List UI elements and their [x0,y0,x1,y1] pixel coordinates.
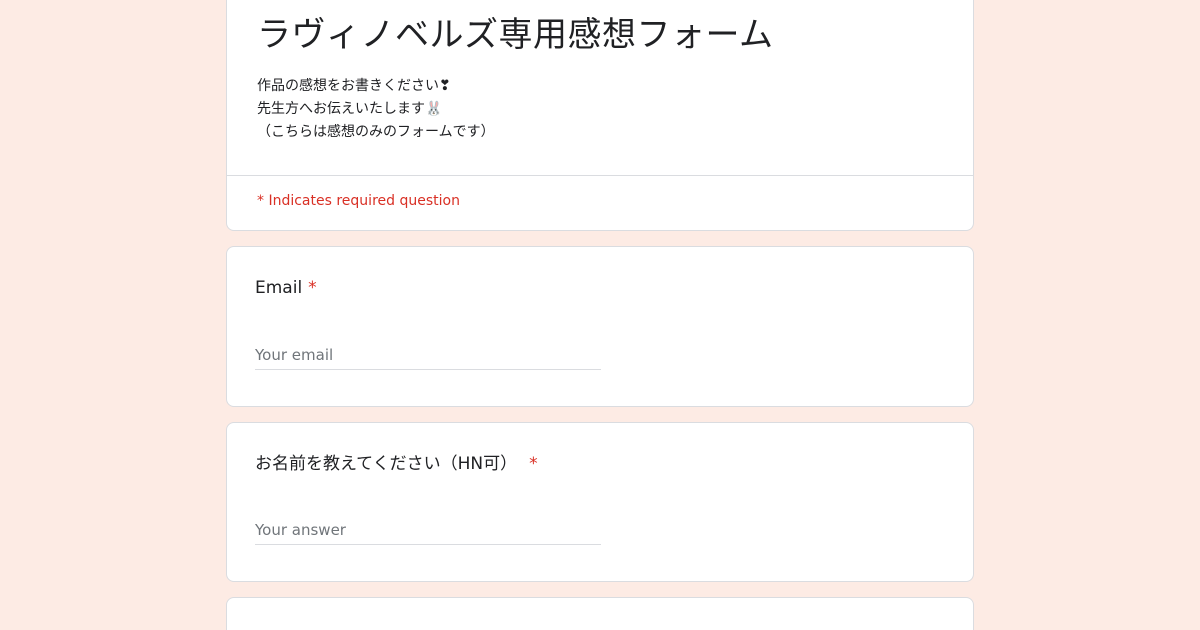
email-field[interactable]: Your email [255,343,601,370]
email-placeholder: Your email [255,346,334,364]
required-question-note: * Indicates required question [257,193,460,209]
required-asterisk: * [308,278,317,298]
question-card-email: Email * Your email [226,246,974,407]
form-description-line: 作品の感想をお書きください❣ [257,78,451,94]
question-card-name: お名前を教えてください（HN可） * Your answer [226,422,974,582]
form-title: ラヴィノベルズ専用感想フォーム [257,15,774,55]
form-header-card: ラヴィノベルズ専用感想フォーム 作品の感想をお書きください❣ 先生方へお伝えいた… [226,0,974,231]
question-label: Email [255,278,303,298]
name-answer-field[interactable]: Your answer [255,518,601,545]
form-description: 作品の感想をお書きください❣ 先生方へお伝えいたします🐰 （こちらは感想のみのフ… [257,75,495,144]
form-page: ラヴィノベルズ専用感想フォーム 作品の感想をお書きください❣ 先生方へお伝えいた… [0,0,1200,630]
question-label: お名前を教えてください（HN可） [255,454,518,474]
form-description-line: 先生方へお伝えいたします🐰 [257,101,443,117]
name-answer-placeholder: Your answer [255,521,346,539]
question-title-email: Email * [255,276,317,300]
question-card-next [226,597,974,630]
question-title-name: お名前を教えてください（HN可） * [255,452,538,476]
required-asterisk: * [529,454,538,474]
header-divider [227,175,973,176]
form-description-line: （こちらは感想のみのフォームです） [257,124,495,140]
